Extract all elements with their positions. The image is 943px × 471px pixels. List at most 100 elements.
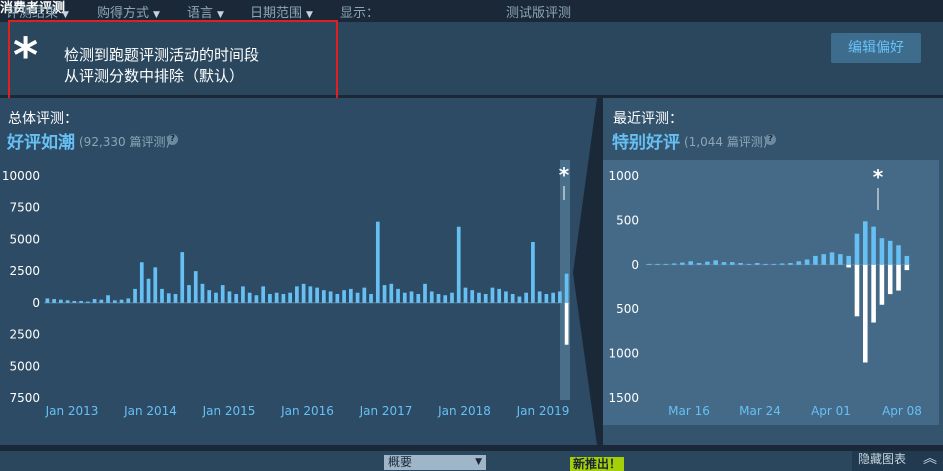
x-tick-label: Mar 24 [739, 404, 781, 418]
filter-review-type[interactable]: 评测结果 ▼ [6, 2, 69, 21]
positive-bar [456, 226, 461, 303]
positive-bar [821, 254, 827, 265]
positive-bar [423, 283, 427, 303]
positive-bar [796, 261, 802, 265]
chevron-down-icon: ▼ [475, 457, 482, 467]
positive-bar [416, 293, 421, 303]
positive-bar [713, 260, 718, 265]
positive-bar [59, 299, 63, 303]
display-select[interactable]: 概要 ▼ [384, 455, 486, 470]
positive-bar [558, 291, 562, 303]
positive-bar [771, 263, 777, 265]
positive-bar [490, 287, 495, 303]
y-tick-label: 7500 [9, 201, 40, 215]
positive-bar [537, 291, 542, 303]
hide-graph-button[interactable]: 隐藏图表 ︽ [852, 451, 943, 471]
filter-divider [496, 0, 497, 20]
filter-date-range[interactable]: 日期范围 ▼ [250, 2, 313, 21]
positive-bar [409, 291, 414, 303]
positive-bar [436, 293, 441, 303]
positive-bar [247, 292, 252, 303]
x-tick-label: Jan 2013 [45, 404, 99, 418]
positive-bar [160, 288, 164, 303]
positive-bar [688, 261, 694, 265]
chevron-down-icon: ▼ [153, 10, 160, 20]
overall-chart: 10000 7500 5000 2500 0 2500 5000 7500 Jan 2013 Ja… [2, 160, 570, 418]
negative-bar [871, 264, 876, 323]
filter-divider [240, 0, 241, 20]
positive-bar [517, 296, 522, 303]
recent-help-icon[interactable]: ? [765, 134, 776, 145]
positive-bar [470, 290, 475, 303]
overall-help-icon[interactable]: ? [167, 134, 178, 145]
y-tick-label: 0 [32, 296, 40, 310]
positive-bar [166, 293, 171, 303]
x-tick-label: Jan 2014 [123, 404, 177, 418]
negative-bar [854, 264, 860, 317]
positive-bar [896, 245, 901, 265]
y-tick-label: 1500 [608, 391, 639, 405]
positive-bar [295, 286, 299, 303]
overall-count: (92,330 篇评测) [79, 135, 171, 149]
positive-bar [79, 300, 83, 303]
y-tick-label: 1000 [608, 347, 639, 361]
positive-bar [301, 283, 306, 303]
positive-bar [261, 286, 266, 303]
positive-bar [375, 221, 380, 303]
positive-bar [838, 254, 843, 265]
positive-bar [450, 292, 454, 303]
positive-bar [362, 287, 367, 303]
edit-preferences-button[interactable]: 编辑偏好 [831, 33, 921, 63]
positive-bar [504, 291, 508, 303]
filter-divider [330, 0, 331, 20]
positive-bar [322, 290, 326, 303]
positive-bar [92, 299, 97, 303]
negative-bar [862, 264, 868, 363]
positive-bar [342, 290, 346, 303]
recent-score[interactable]: 特别好评 [612, 128, 680, 153]
negative-bar [846, 264, 851, 268]
y-tick-label: 0 [631, 258, 639, 272]
positive-bar [705, 261, 710, 265]
positive-bar [729, 262, 735, 265]
positive-bar [887, 240, 893, 265]
hide-graph-label: 隐藏图表 [858, 452, 907, 466]
positive-bar [173, 293, 178, 303]
filter-purchase-type[interactable]: 购得方式 ▼ [97, 2, 160, 21]
positive-bar [531, 241, 535, 303]
positive-bar [241, 286, 245, 303]
recent-count: (1,044 篇评测) [684, 135, 768, 149]
positive-bar [348, 288, 353, 303]
negative-bar [896, 264, 901, 291]
y-tick-label: 10000 [2, 169, 40, 183]
chevron-down-icon: ▼ [217, 10, 224, 20]
y-tick-label: 5000 [9, 232, 40, 246]
overall-label: 总体评测： [8, 111, 78, 127]
positive-bar [119, 299, 124, 303]
filter-date-range-label: 日期范围 [250, 6, 303, 21]
y-tick-label: 500 [616, 302, 639, 316]
positive-bar [207, 290, 212, 303]
positive-bar [274, 292, 279, 303]
positive-bar [402, 292, 407, 303]
positive-bar [220, 285, 225, 303]
positive-bar [268, 293, 272, 303]
overall-score[interactable]: 好评如潮 [7, 128, 75, 153]
positive-bar [663, 263, 669, 265]
filter-language[interactable]: 语言 ▼ [187, 2, 224, 21]
positive-bar [696, 263, 702, 265]
positive-bar [133, 288, 137, 303]
positive-bar [308, 286, 313, 303]
positive-bar [813, 255, 818, 265]
display-select-value: 概要 [388, 455, 413, 469]
new-badge: 新推出！ [570, 457, 625, 471]
filter-review-type-label: 评测结果 [6, 6, 59, 21]
negative-bar [887, 264, 893, 295]
positive-bar [551, 292, 555, 303]
positive-bar [829, 252, 835, 265]
filter-beta-reviews[interactable]: 测试版评测 [506, 2, 571, 21]
x-tick-label: Apr 01 [811, 404, 851, 418]
y-tick-label: 5000 [9, 359, 40, 373]
positive-bar [355, 292, 360, 303]
positive-bar [153, 267, 158, 303]
